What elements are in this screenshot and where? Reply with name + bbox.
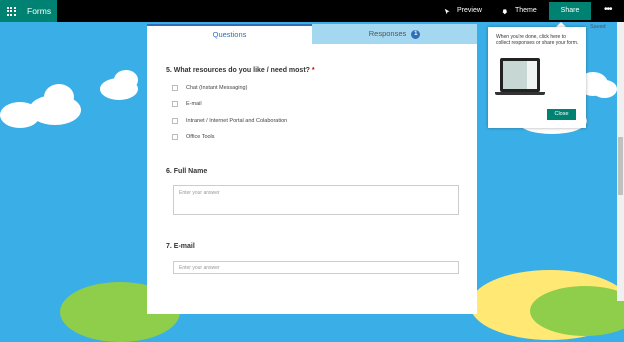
- theme-label: Theme: [515, 7, 537, 14]
- tab-questions[interactable]: Questions: [147, 24, 312, 44]
- app-name[interactable]: Forms: [22, 0, 57, 22]
- saved-status: Saved: [590, 24, 606, 30]
- theme-button[interactable]: Theme: [502, 0, 537, 22]
- cloud: [592, 80, 617, 98]
- option-label: Intranet / Internet Portal and Colaborat…: [186, 117, 288, 124]
- scrollbar-thumb[interactable]: [618, 137, 623, 195]
- waffle-icon: [6, 6, 16, 16]
- more-options-button[interactable]: •••: [604, 0, 612, 22]
- checkbox[interactable]: [172, 133, 178, 140]
- question-title: 5. What resources do you like / need mos…: [166, 67, 315, 74]
- question-5-title: 5. What resources do you like / need mos…: [166, 67, 310, 74]
- top-bar: Forms Preview Theme Share •••: [0, 0, 624, 22]
- checkbox[interactable]: [172, 100, 178, 107]
- laptop-base: [495, 92, 545, 95]
- preview-icon: [444, 8, 450, 14]
- checkbox-option[interactable]: Intranet / Internet Portal and Colaborat…: [172, 116, 287, 125]
- full-name-field[interactable]: Enter your answer: [173, 185, 459, 215]
- laptop-illustration-icon: [500, 58, 540, 92]
- share-button[interactable]: Share: [549, 2, 591, 20]
- checkbox[interactable]: [172, 84, 178, 91]
- option-label: E-mail: [186, 100, 202, 107]
- question-7-title: 7. E-mail: [166, 243, 195, 250]
- cloud: [44, 84, 74, 110]
- paint-bucket-icon: [502, 8, 507, 14]
- info-icon: 1: [411, 29, 421, 39]
- form-tabs: Questions Responses 1: [147, 24, 477, 44]
- close-button[interactable]: Close: [547, 109, 576, 120]
- option-label: Chat (Instant Messaging): [186, 84, 248, 91]
- checkbox-option[interactable]: Chat (Instant Messaging): [172, 83, 247, 92]
- cloud: [0, 102, 40, 128]
- scrollbar[interactable]: [617, 22, 624, 301]
- option-label: Office Tools: [186, 133, 215, 140]
- form-card: Questions Responses 1 5. What resources d…: [147, 24, 477, 314]
- checkbox-option[interactable]: E-mail: [172, 99, 202, 108]
- preview-button[interactable]: Preview: [444, 0, 482, 22]
- tab-responses-label: Responses: [368, 29, 407, 38]
- popover-text: When you're done, click here to collect …: [496, 34, 579, 46]
- checkbox-option[interactable]: Office Tools: [172, 132, 215, 141]
- question-6-title: 6. Full Name: [166, 168, 208, 175]
- tab-responses[interactable]: Responses 1: [312, 24, 477, 44]
- checkbox[interactable]: [172, 117, 178, 124]
- cloud: [114, 70, 138, 90]
- preview-label: Preview: [457, 7, 482, 14]
- share-tip-popover: When you're done, click here to collect …: [488, 27, 586, 128]
- email-field[interactable]: Enter your answer: [173, 261, 459, 274]
- app-launcher-button[interactable]: [0, 0, 22, 22]
- required-marker: *: [311, 67, 315, 74]
